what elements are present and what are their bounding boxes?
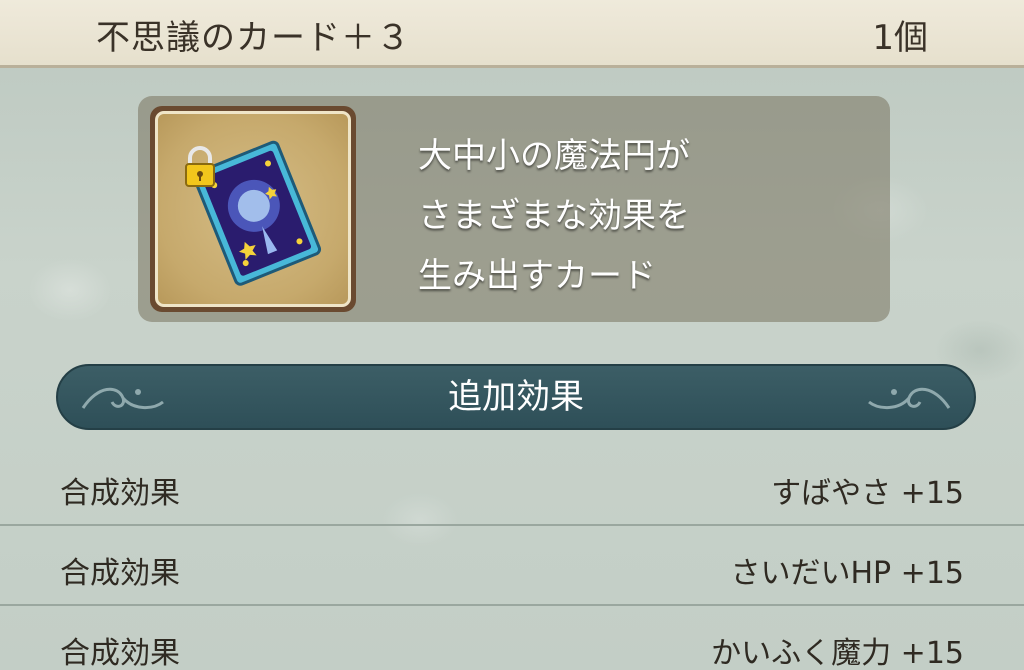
- effect-row: 合成効果 すばやさ +15: [0, 446, 1024, 526]
- magic-card-icon: [185, 140, 322, 286]
- item-count: 1個: [872, 18, 928, 58]
- item-name: 不思議のカード＋３: [96, 18, 411, 58]
- effect-row: 合成効果 かいふく魔力 +15: [0, 606, 1024, 670]
- effect-row: 合成効果 さいだいHP +15: [0, 526, 1024, 606]
- effect-label: 合成効果: [60, 636, 180, 670]
- item-icon-frame: [150, 106, 356, 312]
- effect-value: かいふく魔力 +15: [711, 636, 964, 670]
- right-flourish-icon: [868, 387, 951, 409]
- item-header: 不思議のカード＋３ 1個: [0, 0, 1024, 68]
- section-banner: 追加効果: [56, 364, 976, 430]
- effect-value: さいだいHP +15: [730, 556, 965, 591]
- item-description: 大中小の魔法円が さまざまな効果を 生み出すカード: [418, 136, 690, 296]
- lock-icon: [185, 146, 215, 187]
- effect-label: 合成効果: [60, 476, 180, 511]
- section-title: 追加効果: [448, 377, 584, 417]
- effect-value: すばやさ +15: [771, 476, 964, 511]
- effect-label: 合成効果: [60, 556, 180, 591]
